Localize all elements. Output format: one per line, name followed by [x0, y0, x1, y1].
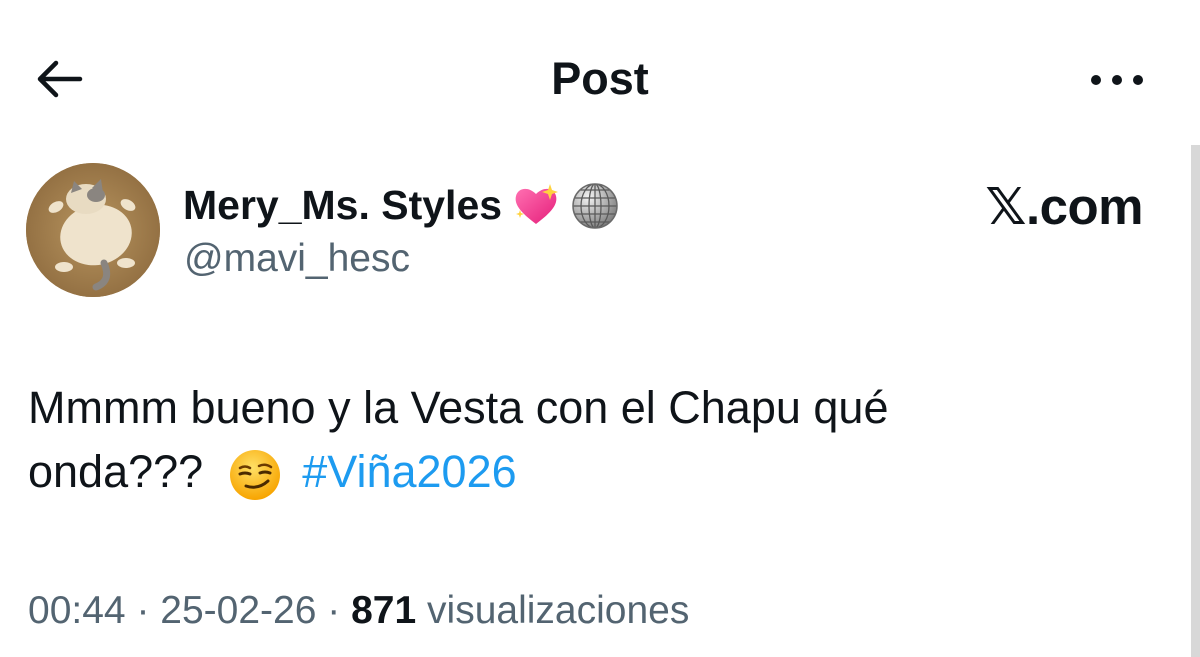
- post-page: Post Mery_Ms. Styles @mavi_hesc 𝕏.com Mm…: [0, 0, 1200, 657]
- views-label: visualizaciones: [427, 589, 690, 632]
- smirking-face-icon: [229, 450, 280, 501]
- meta-separator: ·: [136, 589, 150, 632]
- mirror-ball-icon: [572, 183, 618, 229]
- sparkling-heart-icon: [515, 184, 559, 224]
- display-name[interactable]: Mery_Ms. Styles: [183, 178, 620, 232]
- views-count: 871: [351, 589, 417, 632]
- post-meta: 00:44 · 25-02-26 · 871 visualizaciones: [28, 586, 689, 636]
- more-horizontal-icon: [1091, 75, 1143, 85]
- tweet-line-1: Mmmm bueno y la Vesta con el Chapu qué: [28, 382, 889, 433]
- post-time[interactable]: 00:44: [28, 589, 126, 632]
- scrollbar[interactable]: [1191, 145, 1200, 657]
- page-title: Post: [551, 53, 649, 104]
- post-date[interactable]: 25-02-26: [160, 589, 316, 632]
- more-button[interactable]: [1083, 60, 1151, 100]
- avatar[interactable]: [26, 163, 160, 297]
- cat-avatar-image: [26, 163, 160, 297]
- brand-watermark: 𝕏.com: [985, 178, 1143, 235]
- display-name-text: Mery_Ms. Styles: [183, 182, 503, 228]
- tweet-line-2-text: onda???: [28, 446, 204, 497]
- tweet-line-2: onda??? #Viña2026: [28, 440, 1158, 504]
- meta-separator: ·: [327, 589, 341, 632]
- tweet-text: Mmmm bueno y la Vesta con el Chapu qué o…: [28, 376, 1158, 504]
- author-handle[interactable]: @mavi_hesc: [184, 234, 410, 284]
- hashtag-link[interactable]: #Viña2026: [302, 446, 516, 497]
